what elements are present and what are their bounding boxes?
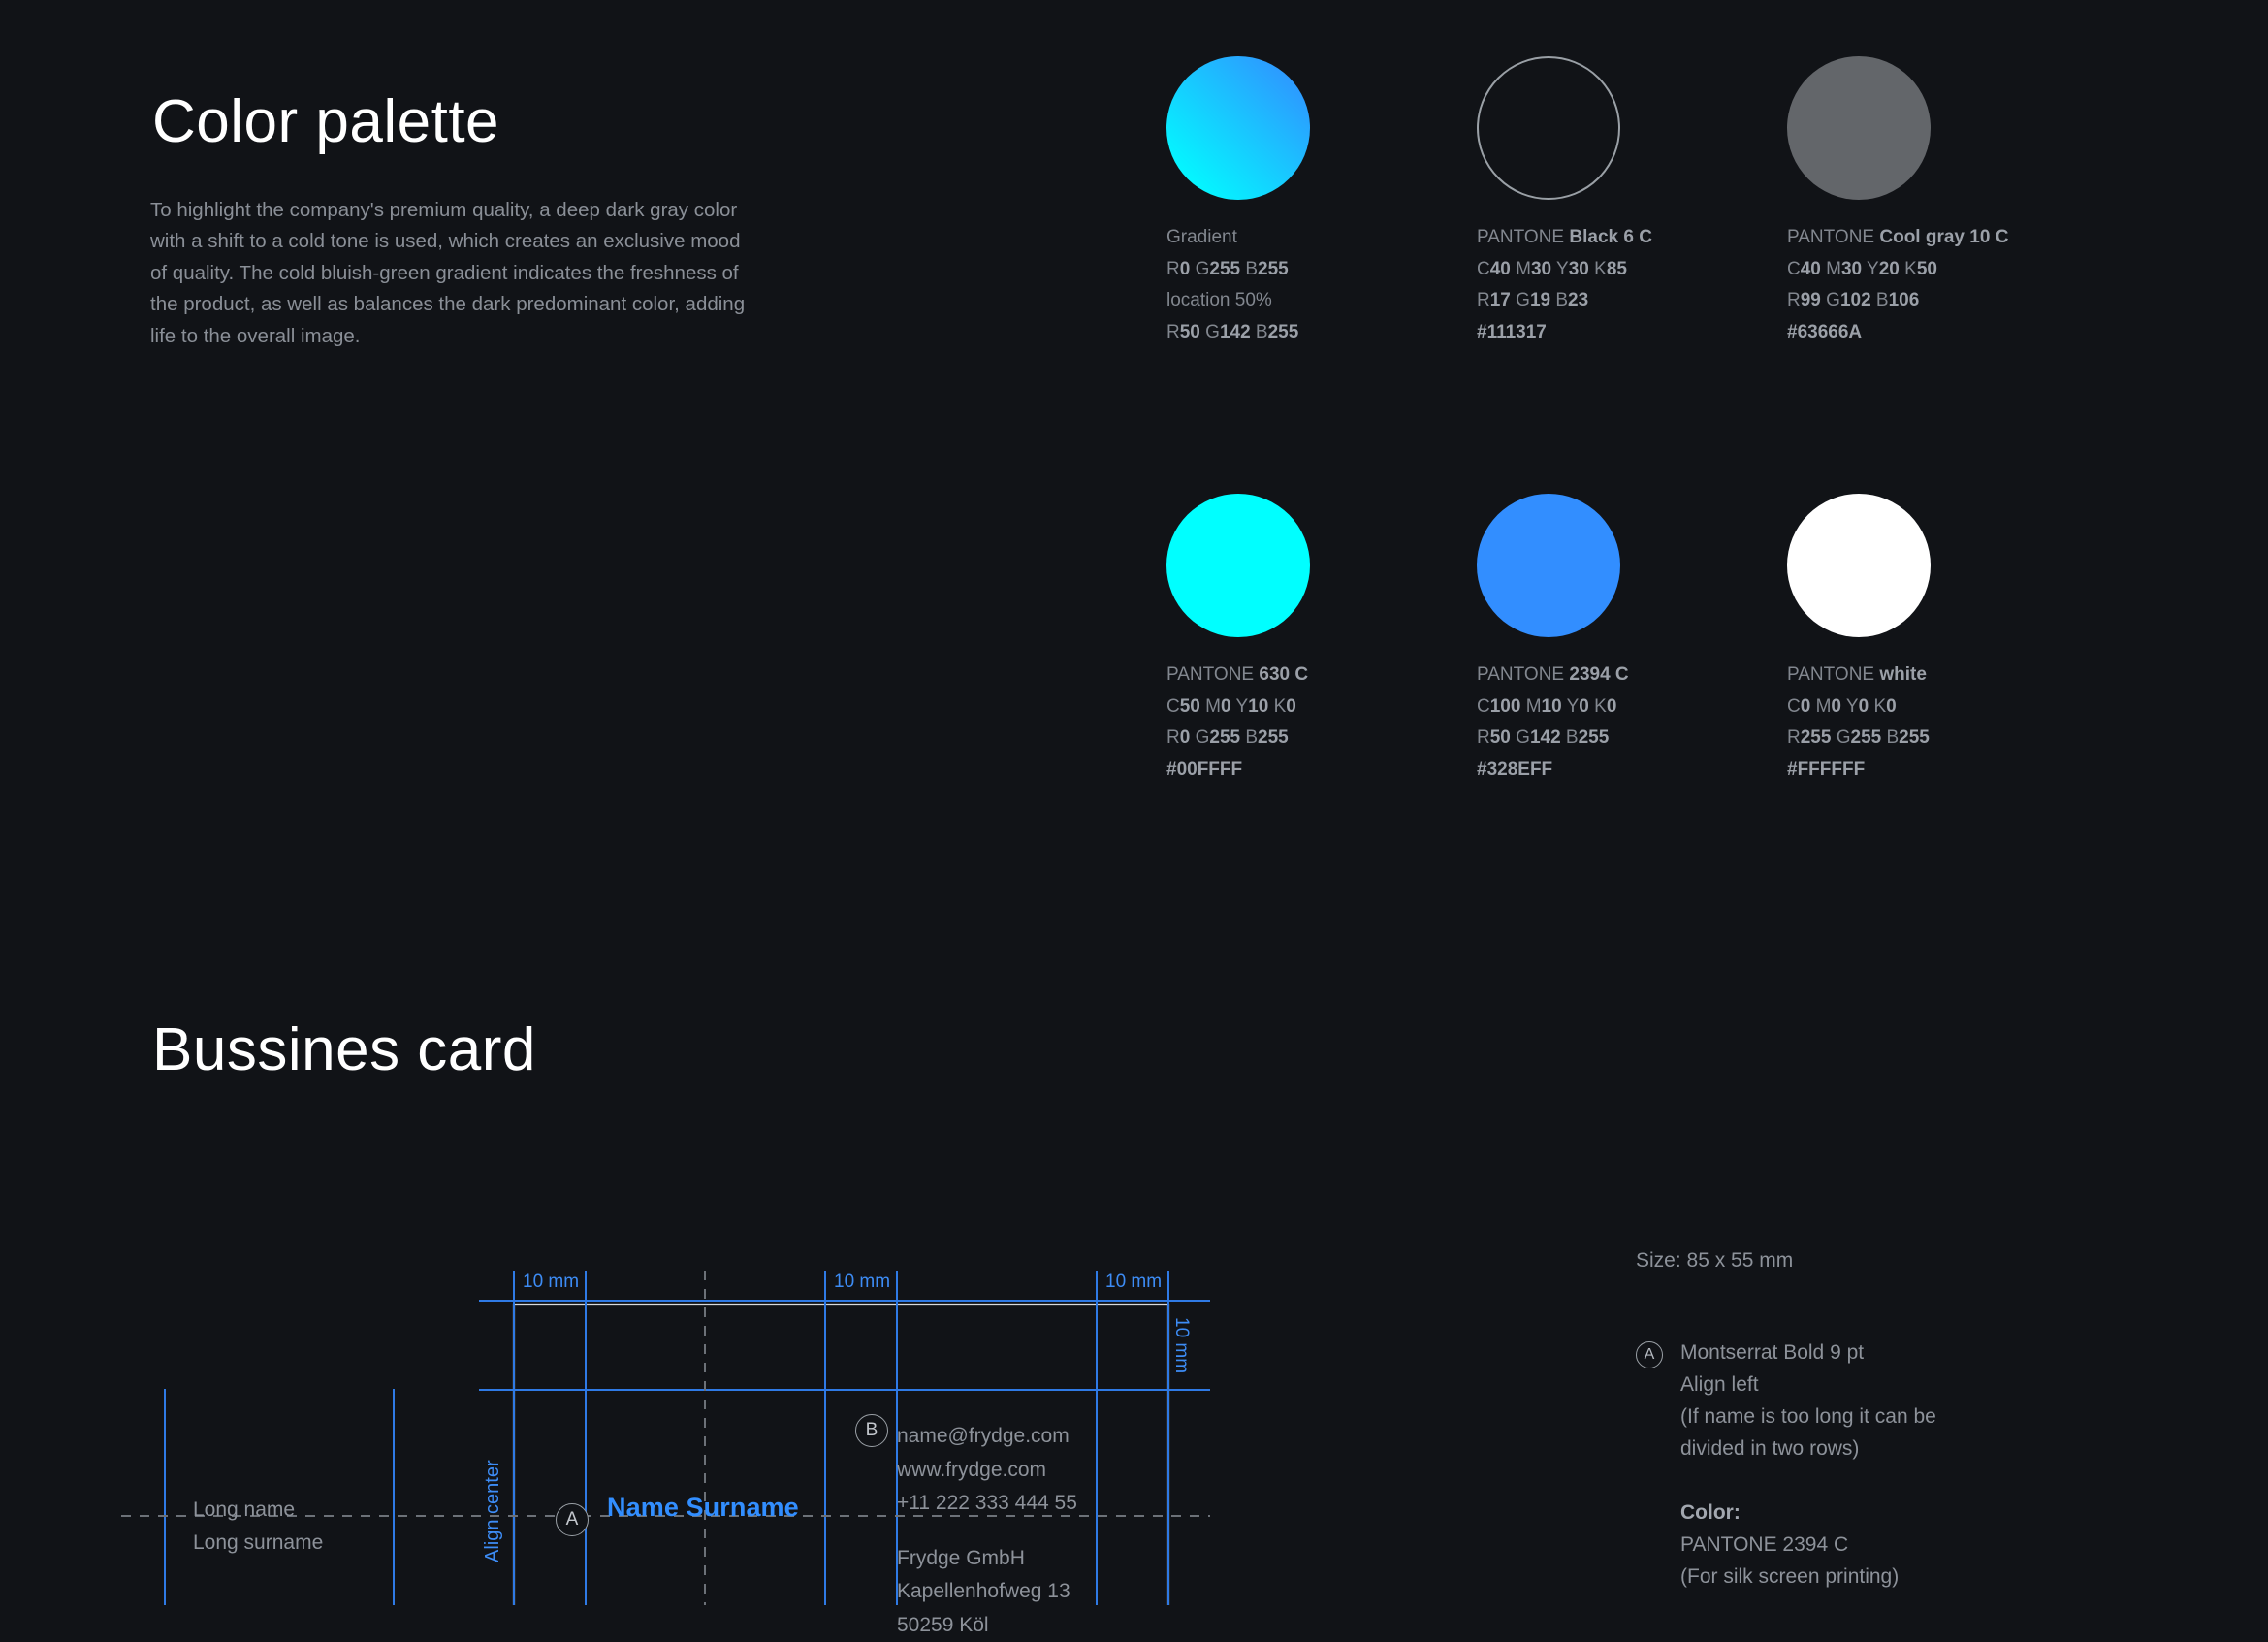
swatch-name: PANTONE 630 C: [1166, 660, 1477, 692]
color-swatch-dot: [1787, 56, 1931, 200]
swatch-line3: location 50%: [1166, 285, 1477, 317]
swatch-hex: #63666A: [1787, 317, 2097, 349]
swatch-name: PANTONE white: [1787, 660, 2097, 692]
color-swatch-grid: GradientR0 G255 B255location 50%R50 G142…: [1166, 56, 2146, 786]
note-color-note: (For silk screen printing): [1680, 1561, 2179, 1593]
color-swatch: GradientR0 G255 B255location 50%R50 G142…: [1166, 56, 1477, 348]
swatch-line2: C0 M0 Y0 K0: [1787, 692, 2097, 724]
swatch-line4: R50 G142 B255: [1166, 317, 1477, 349]
color-swatch-dot: [1166, 56, 1310, 200]
contact-phone: +11 222 333 444 55: [897, 1487, 1077, 1521]
swatch-line2: C40 M30 Y20 K50: [1787, 254, 2097, 286]
color-swatch-dot: [1477, 56, 1620, 200]
swatch-hex: #FFFFFF: [1787, 755, 2097, 787]
contact-company: Frydge GmbH: [897, 1542, 1077, 1576]
card-name-text: Name Surname: [607, 1493, 799, 1523]
swatch-name: PANTONE Black 6 C: [1477, 222, 1787, 254]
note-spacer: [1680, 1465, 2179, 1497]
margin-label-top-left: 10 mm: [523, 1272, 579, 1293]
swatch-line2: C50 M0 Y10 K0: [1166, 692, 1477, 724]
swatch-hex: #00FFFF: [1166, 755, 1477, 787]
swatch-line2: C100 M10 Y0 K0: [1477, 692, 1787, 724]
page-root: Color palette To highlight the company's…: [0, 0, 2268, 1605]
color-swatch-meta: PANTONE Cool gray 10 CC40 M30 Y20 K50R99…: [1787, 222, 2097, 348]
card-contact-block: name@frydge.com www.frydge.com +11 222 3…: [897, 1420, 1077, 1642]
margin-label-right-vertical: 10 mm: [1170, 1317, 1192, 1373]
swatch-line2: R0 G255 B255: [1166, 254, 1477, 286]
long-surname-sample: Long surname: [193, 1531, 323, 1555]
swatch-line3: R0 G255 B255: [1166, 723, 1477, 755]
marker-b-icon: B: [855, 1414, 888, 1447]
note-hint-line1: (If name is too long it can be: [1680, 1401, 2179, 1433]
marker-a-icon: A: [556, 1503, 589, 1536]
long-name-sample: Long name: [193, 1498, 295, 1522]
swatch-line2: C40 M30 Y30 K85: [1477, 254, 1787, 286]
note-hint-line2: divided in two rows): [1680, 1433, 2179, 1465]
note-align: Align left: [1680, 1368, 2179, 1401]
color-swatch: PANTONE Cool gray 10 CC40 M30 Y20 K50R99…: [1787, 56, 2097, 348]
color-swatch: PANTONE whiteC0 M0 Y0 K0R255 G255 B255#F…: [1787, 494, 2097, 786]
margin-label-top-mid: 10 mm: [834, 1272, 890, 1293]
color-swatch-meta: PANTONE 630 CC50 M0 Y10 K0R0 G255 B255#0…: [1166, 660, 1477, 786]
contact-city: 50259 Köl: [897, 1609, 1077, 1642]
page-title-color-palette: Color palette: [152, 87, 499, 156]
color-swatch: PANTONE 630 CC50 M0 Y10 K0R0 G255 B255#0…: [1166, 494, 1477, 786]
swatch-name: PANTONE 2394 C: [1477, 660, 1787, 692]
business-card-notes: Size: 85 x 55 mm A Montserrat Bold 9 pt …: [1636, 1244, 2179, 1593]
contact-website: www.frydge.com: [897, 1454, 1077, 1488]
color-swatch-dot: [1166, 494, 1310, 637]
note-color-value: PANTONE 2394 C: [1680, 1529, 2179, 1561]
color-swatch-meta: GradientR0 G255 B255location 50%R50 G142…: [1166, 222, 1477, 348]
contact-street: Kapellenhofweg 13: [897, 1575, 1077, 1609]
color-swatch-meta: PANTONE Black 6 CC40 M30 Y30 K85R17 G19 …: [1477, 222, 1787, 348]
color-swatch-dot: [1787, 494, 1931, 637]
swatch-line3: R50 G142 B255: [1477, 723, 1787, 755]
contact-email: name@frydge.com: [897, 1420, 1077, 1454]
swatch-line3: R255 G255 B255: [1787, 723, 2097, 755]
note-typography-row: A Montserrat Bold 9 pt Align left (If na…: [1636, 1336, 2179, 1593]
color-swatch-dot: [1477, 494, 1620, 637]
align-center-label: Align center: [482, 1460, 504, 1562]
color-swatch: PANTONE 2394 CC100 M10 Y0 K0R50 G142 B25…: [1477, 494, 1787, 786]
color-swatch-meta: PANTONE 2394 CC100 M10 Y0 K0R50 G142 B25…: [1477, 660, 1787, 786]
color-swatch-meta: PANTONE whiteC0 M0 Y0 K0R255 G255 B255#F…: [1787, 660, 2097, 786]
swatch-hex: #111317: [1477, 317, 1787, 349]
swatch-line3: R99 G102 B106: [1787, 285, 2097, 317]
swatch-name: PANTONE Cool gray 10 C: [1787, 222, 2097, 254]
swatch-line3: R17 G19 B23: [1477, 285, 1787, 317]
note-size: Size: 85 x 55 mm: [1636, 1244, 2179, 1276]
note-color-label: Color:: [1680, 1497, 2179, 1529]
swatch-name: Gradient: [1166, 222, 1477, 254]
swatch-hex: #328EFF: [1477, 755, 1787, 787]
margin-label-top-right: 10 mm: [1105, 1272, 1162, 1293]
color-swatch: PANTONE Black 6 CC40 M30 Y30 K85R17 G19 …: [1477, 56, 1787, 348]
color-palette-description: To highlight the company's premium quali…: [150, 195, 756, 353]
page-title-business-card: Bussines card: [152, 1015, 536, 1084]
note-font-spec: Montserrat Bold 9 pt: [1680, 1336, 2179, 1368]
marker-a-note-icon: A: [1636, 1341, 1663, 1368]
